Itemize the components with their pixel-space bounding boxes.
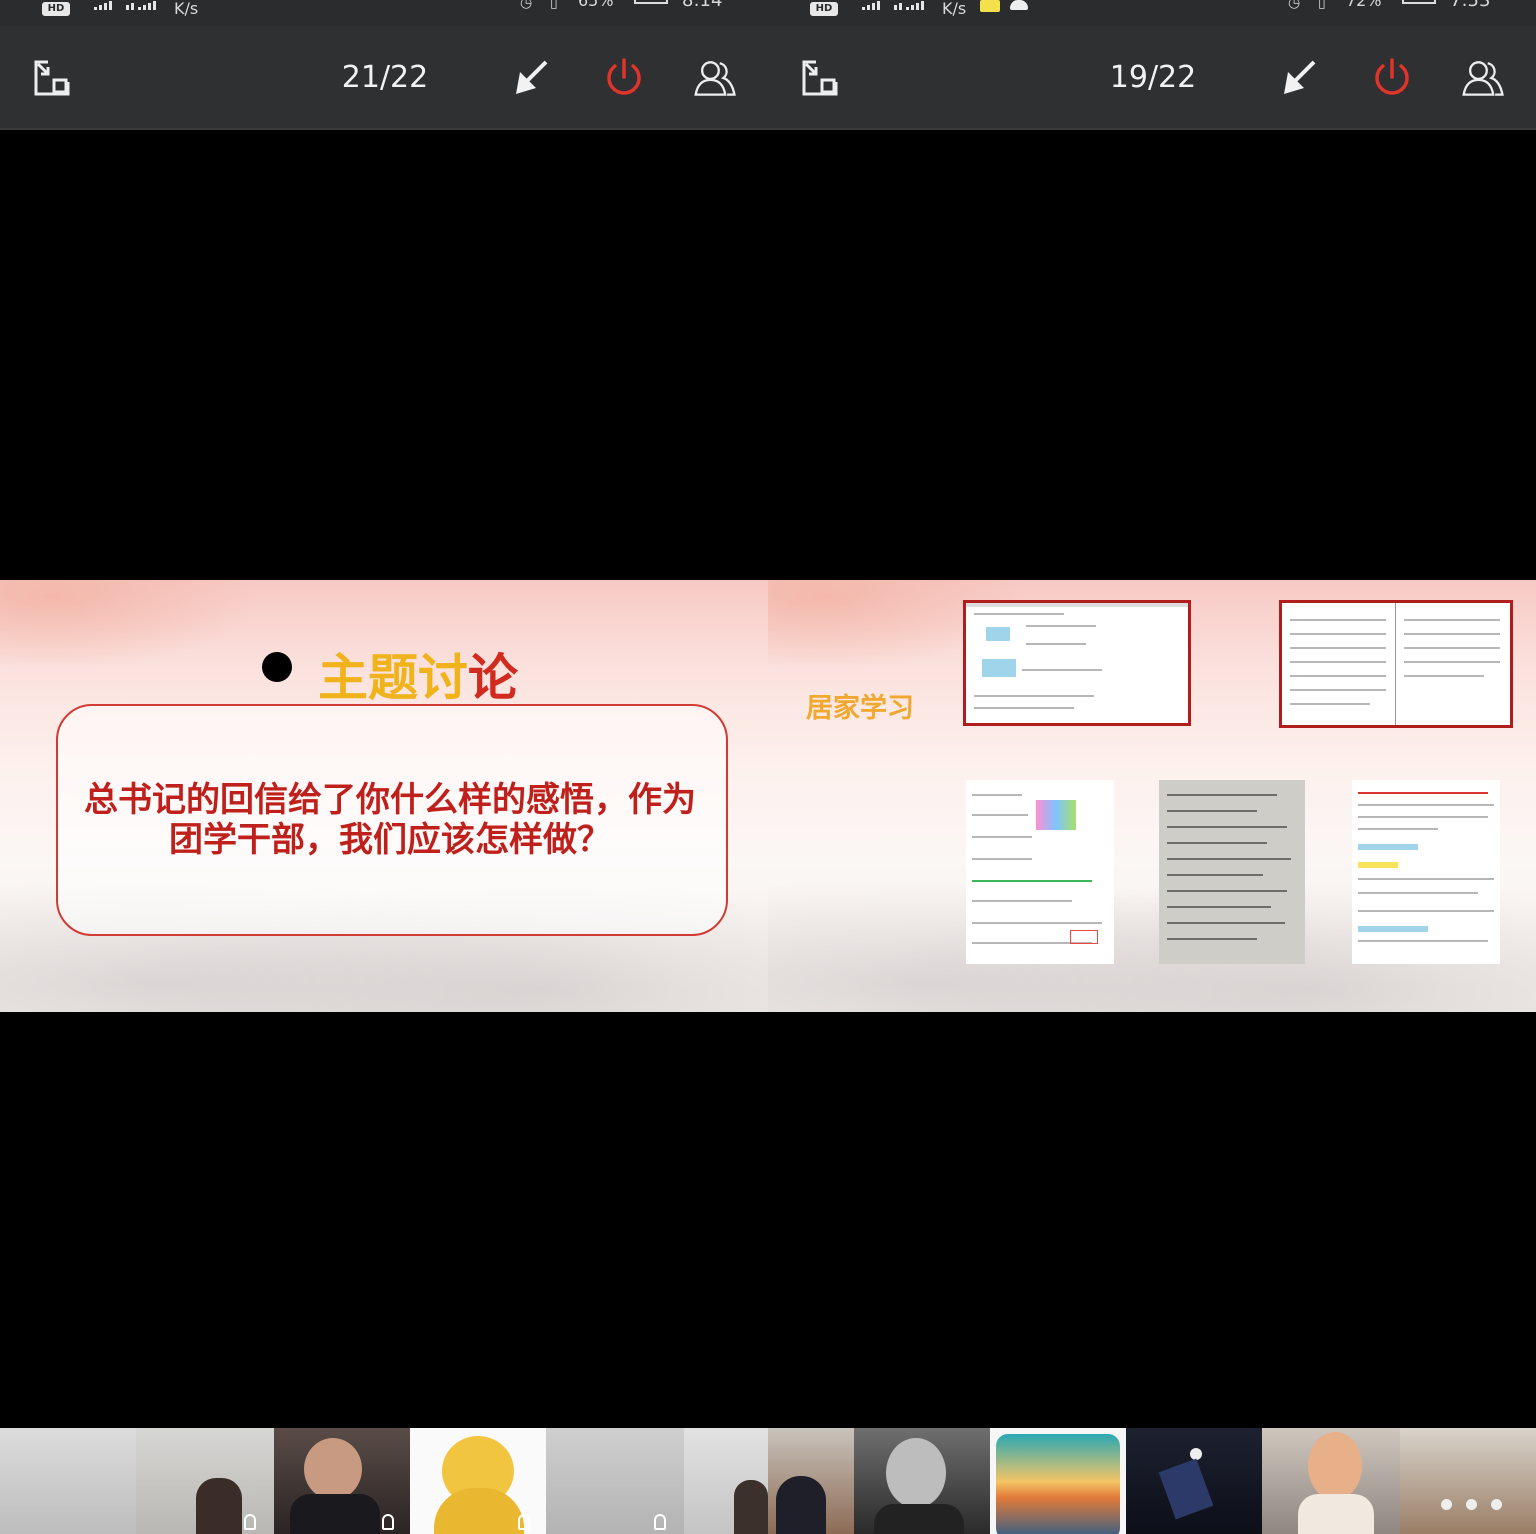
clock-time: 7:53 [1450, 0, 1491, 11]
exit-fullscreen-button[interactable] [28, 54, 76, 102]
more-dots-icon[interactable] [1441, 1499, 1502, 1510]
status-bar: HD K/s ◷ ▯ 65% 8:14 [0, 0, 768, 26]
hd-badge: HD [42, 2, 70, 16]
laser-pointer-arrow-icon [516, 60, 548, 94]
alarm-icon: ◷ [520, 0, 533, 11]
participant-tile[interactable] [1126, 1428, 1262, 1534]
bullet-point [262, 652, 292, 682]
vibrate-icon: ▯ [1318, 0, 1326, 11]
alarm-icon: ◷ [1288, 0, 1301, 11]
meeting-toolbar: 19/22 [768, 26, 1536, 130]
signal-icon [894, 0, 924, 10]
exit-fullscreen-button[interactable] [796, 54, 844, 102]
participants-icon [694, 61, 736, 96]
meeting-toolbar: 21/22 [0, 26, 768, 130]
exit-fullscreen-icon [802, 60, 838, 96]
battery-percent: 65% [578, 0, 614, 10]
mic-icon [244, 1514, 256, 1530]
network-speed: K/s [942, 0, 967, 18]
battery-icon [634, 0, 668, 4]
end-meeting-button[interactable] [600, 54, 648, 102]
mic-icon [654, 1514, 666, 1530]
laser-pointer-arrow-icon [1284, 60, 1316, 94]
participant-tile[interactable] [0, 1428, 136, 1534]
vibrate-icon: ▯ [550, 0, 558, 11]
page-counter: 19/22 [1109, 60, 1197, 95]
mic-icon [382, 1514, 394, 1530]
participant-tile[interactable] [1400, 1428, 1536, 1534]
power-icon [607, 58, 641, 95]
notification-icon [980, 0, 1000, 12]
participant-tile[interactable] [1262, 1428, 1400, 1534]
signal-icon [862, 0, 892, 10]
participant-tile[interactable] [684, 1428, 768, 1534]
laser-pointer-button[interactable] [1274, 54, 1322, 102]
battery-percent: 72% [1346, 0, 1382, 10]
status-bar: HD K/s ◷ ▯ 72% 7:53 [768, 0, 1536, 26]
signal-icon [94, 0, 124, 10]
slide-title: 主题讨论 [318, 649, 518, 707]
thumbnail-two-page-document [1279, 600, 1513, 728]
participant-video-strip [0, 1428, 768, 1534]
mic-icon [518, 1514, 530, 1530]
participant-tile[interactable] [768, 1428, 854, 1534]
thumbnail-annotated-worksheet [1352, 780, 1500, 964]
discussion-question: 总书记的回信给了你什么样的感悟，作为 团学干部，我们应该怎样做？ [84, 780, 696, 860]
participant-tile[interactable] [854, 1428, 990, 1534]
app-notification-icon [1010, 0, 1028, 10]
participant-tile[interactable] [990, 1428, 1126, 1534]
battery-icon [1402, 0, 1436, 4]
exit-fullscreen-icon [34, 60, 70, 96]
clock-time: 8:14 [682, 0, 723, 11]
power-icon [1375, 58, 1409, 95]
participant-tile[interactable] [546, 1428, 684, 1534]
participants-button[interactable] [1460, 54, 1508, 102]
participants-icon [1462, 61, 1504, 96]
thumbnail-worksheet-scan [966, 780, 1114, 964]
slide-label: 居家学习 [806, 693, 914, 724]
thumbnail-handwritten-notes [1159, 780, 1305, 964]
participant-tile[interactable] [410, 1428, 546, 1534]
network-speed: K/s [174, 0, 199, 18]
participant-tile[interactable] [274, 1428, 410, 1534]
participants-button[interactable] [692, 54, 740, 102]
participant-video-strip [768, 1428, 1536, 1534]
laser-pointer-button[interactable] [506, 54, 554, 102]
meeting-panel-left: HD K/s ◷ ▯ 65% 8:14 21/22 主题讨论 总书记的回信给了你… [0, 0, 768, 1534]
participant-tile[interactable] [136, 1428, 274, 1534]
thumbnail-document-screenshot [963, 600, 1191, 726]
end-meeting-button[interactable] [1368, 54, 1416, 102]
signal-icon [126, 0, 156, 10]
page-counter: 21/22 [341, 60, 429, 95]
hd-badge: HD [810, 2, 838, 16]
meeting-panel-right: HD K/s ◷ ▯ 72% 7:53 19/22 居家学习 [768, 0, 1536, 1534]
